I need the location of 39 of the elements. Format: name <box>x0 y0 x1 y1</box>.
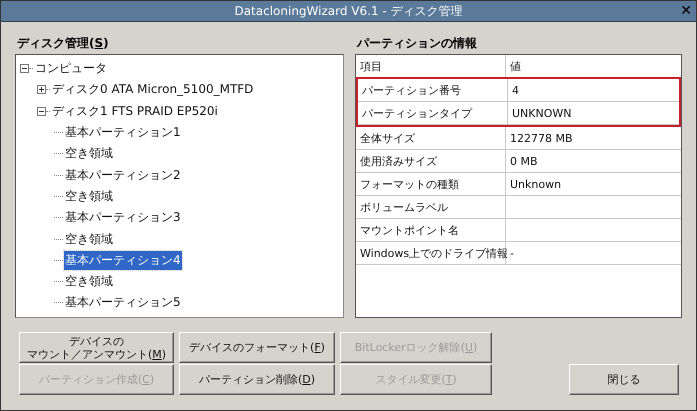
tree-item[interactable]: ディスク0 ATA Micron_5100_MTFD <box>51 80 254 100</box>
table-cell: フォーマットの種類 <box>356 173 506 195</box>
column-header: 項目 <box>356 55 506 77</box>
close-icon[interactable]: ✕ <box>680 2 692 20</box>
tree-item[interactable]: 空き領域 <box>64 186 114 206</box>
table-cell: 全体サイズ <box>356 127 506 149</box>
tree-item[interactable]: 基本パーティション5 <box>64 293 182 312</box>
table-cell: ボリュームラベル <box>356 196 506 218</box>
tree-item[interactable]: 空き領域 <box>64 230 114 249</box>
action-button[interactable]: デバイスのフォーマット(F) <box>179 332 335 363</box>
table-cell-text: UNKNOWN <box>511 106 572 122</box>
action-button[interactable]: パーティション削除(D) <box>179 364 335 395</box>
tree-item[interactable]: ディスク1 FTS PRAID EP520i <box>51 102 219 121</box>
collapse-icon[interactable] <box>20 64 29 74</box>
expand-icon[interactable] <box>37 85 46 94</box>
table-cell: Windows上でのドライブ情報 <box>356 242 506 264</box>
table-cell-text: Unknown <box>509 176 562 192</box>
table-cell: 使用済みサイズ <box>356 150 506 172</box>
table-cell: パーティション番号 <box>358 79 508 101</box>
tree-item[interactable]: 基本パーティション2 <box>64 166 182 185</box>
table-cell-text: 122778 MB <box>509 130 574 146</box>
close-button[interactable]: 閉じる <box>569 364 679 395</box>
table-cell-text: - <box>509 246 515 262</box>
tree-item[interactable]: 空き領域 <box>64 272 114 292</box>
tree-item[interactable]: 空き領域 <box>64 144 114 164</box>
panel-label: ディスク管理(S) <box>16 35 110 52</box>
table-cell-text: 4 <box>511 82 520 98</box>
tree-item[interactable]: 基本パーティション3 <box>64 208 182 228</box>
window-title: DatacloningWizard V6.1 - ディスク管理 <box>233 2 464 20</box>
action-button[interactable]: デバイスの マウント／アンマウント(M) <box>19 332 174 363</box>
tree-item[interactable]: コンピュータ <box>34 59 108 78</box>
collapse-icon[interactable] <box>37 106 46 116</box>
table-cell: マウントポイント名 <box>356 219 506 241</box>
table-cell-text: 0 MB <box>509 154 539 170</box>
panel-label: パーティションの情報 <box>356 35 478 52</box>
column-header: 値 <box>509 58 522 74</box>
tree-item[interactable]: 基本パーティション4 <box>64 250 182 270</box>
table-cell: パーティションタイプ <box>358 102 508 124</box>
tree-item[interactable]: 基本パーティション1 <box>64 123 182 142</box>
